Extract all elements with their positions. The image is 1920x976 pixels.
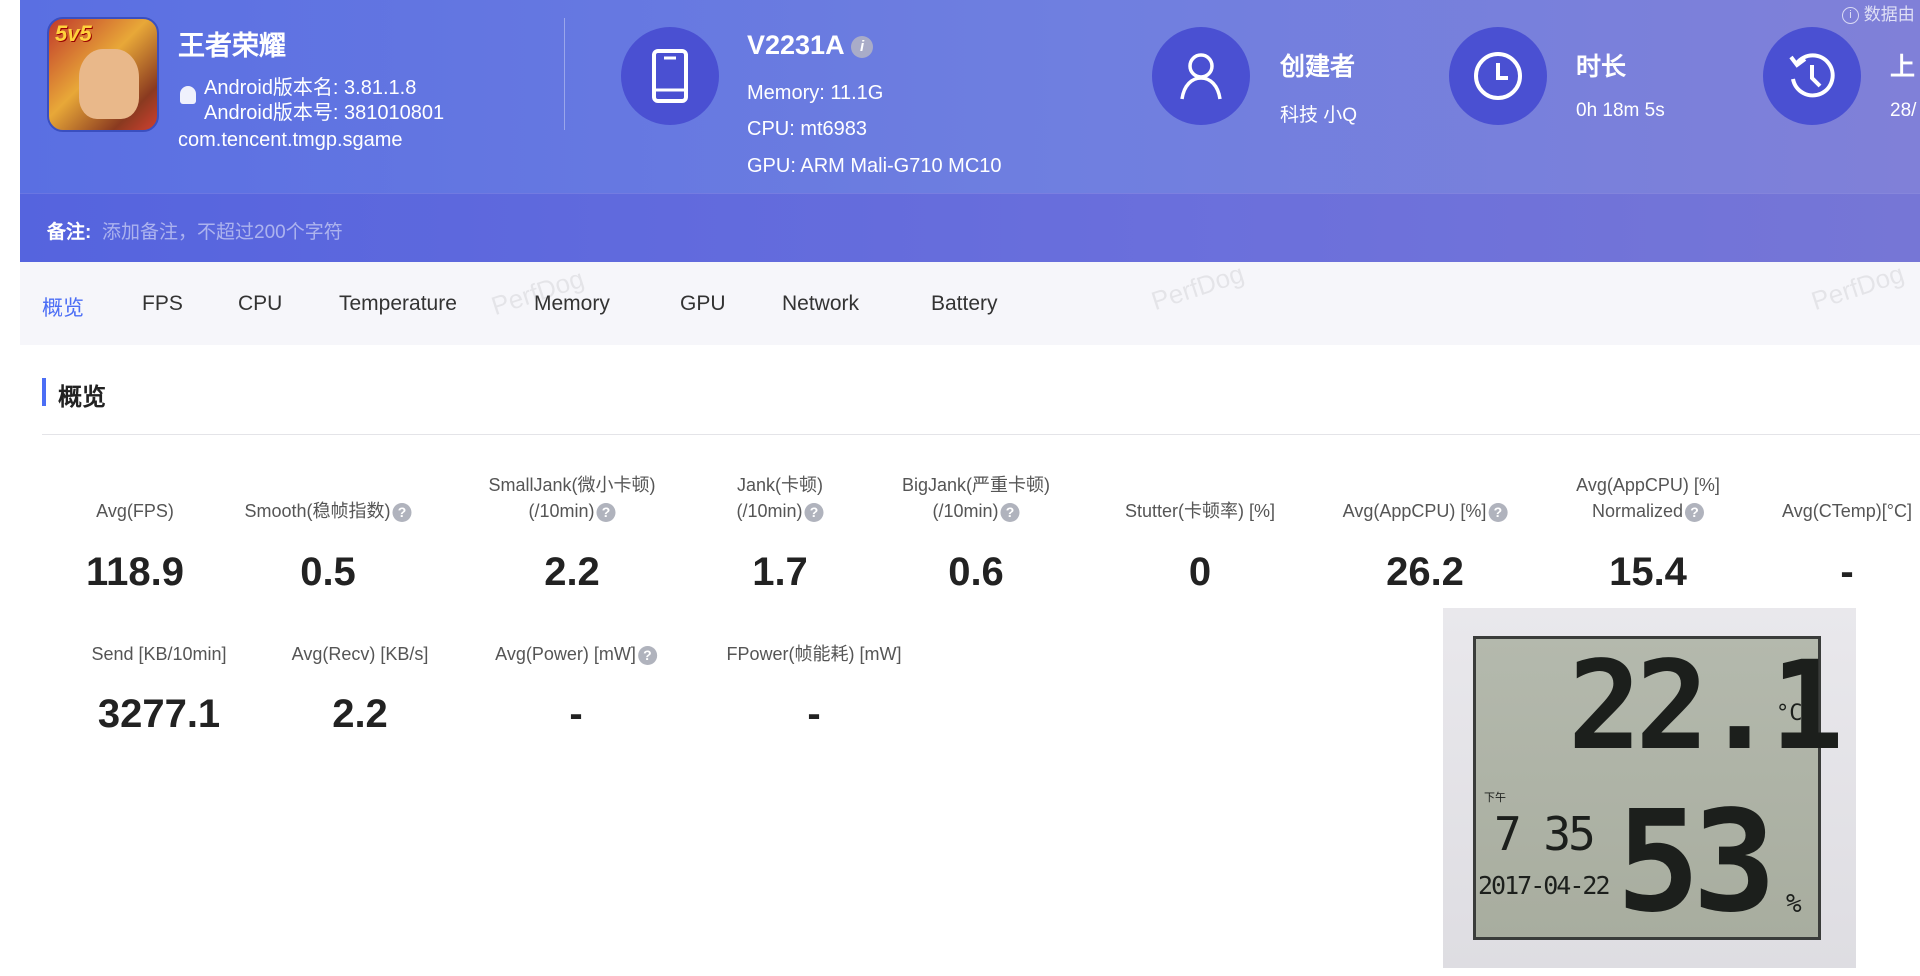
tab-memory[interactable]: Memory xyxy=(534,292,610,316)
duration-label: 时长 xyxy=(1576,53,1627,81)
metric-value: 2.2 xyxy=(332,692,388,736)
info-circle-icon: i xyxy=(1842,7,1859,25)
metric-label: Avg(Power) [mW]? xyxy=(495,641,657,667)
metric-value: 3277.1 xyxy=(97,692,221,736)
help-icon[interactable]: ? xyxy=(1488,502,1508,522)
metric-value: - xyxy=(807,692,821,736)
duration-value: 0h 18m 5s xyxy=(1576,100,1665,121)
metric-label-line1: BigJank(严重卡顿) xyxy=(901,475,1051,495)
metric-label: Normalized? xyxy=(1591,498,1705,524)
section-divider xyxy=(42,434,1920,435)
metric-value: 2.2 xyxy=(544,550,600,594)
section-title: 概览 xyxy=(58,384,106,411)
help-icon[interactable]: ? xyxy=(596,502,616,522)
thermometer-photo: 22.1 °C 下午 7 35 2017-04-22 53 % xyxy=(1443,608,1856,968)
help-icon[interactable]: ? xyxy=(804,502,824,522)
creator-label: 创建者 xyxy=(1280,53,1356,81)
app-icon: 5v5 xyxy=(47,17,159,132)
metric-label-text: FPower(帧能耗) [mW] xyxy=(726,644,902,664)
tab-fps[interactable]: FPS xyxy=(142,292,183,316)
metric-value: 15.4 xyxy=(1609,550,1687,594)
metric-label: Avg(FPS) xyxy=(96,498,174,524)
metric-label-line1: Avg(AppCPU) [%] xyxy=(1576,475,1720,495)
app-package: com.tencent.tmgp.sgame xyxy=(178,129,403,151)
metric-value: 1.7 xyxy=(752,550,808,594)
metric-label-line1: SmallJank(微小卡顿) xyxy=(488,475,656,495)
phone-icon xyxy=(621,27,719,125)
metric-label-text: Stutter(卡顿率) [%] xyxy=(1124,501,1276,521)
metric-value: 0.6 xyxy=(948,550,1004,594)
metric-label-text: Avg(Power) [mW] xyxy=(495,644,636,664)
tab-temperature[interactable]: Temperature xyxy=(339,292,457,316)
metric-label: (/10min)? xyxy=(528,498,616,524)
metric-label-text: Avg(CTemp)[°C] xyxy=(1782,501,1912,521)
upload-label: 上 xyxy=(1890,53,1916,81)
metric-label: (/10min)? xyxy=(932,498,1020,524)
device-cpu: CPU: mt6983 xyxy=(747,118,868,140)
metric-label: Avg(CTemp)[°C] xyxy=(1782,498,1912,524)
metric-label-text: (/10min) xyxy=(528,501,595,521)
metric-value: 118.9 xyxy=(86,550,184,594)
user-icon xyxy=(1152,27,1250,125)
device-model: V2231A i xyxy=(747,30,874,61)
metric-value: - xyxy=(1840,550,1854,594)
notes-label: 备注: xyxy=(47,222,92,243)
metric-label: Avg(AppCPU) [%]? xyxy=(1343,498,1508,524)
metric-label-text: (/10min) xyxy=(932,501,999,521)
history-icon xyxy=(1763,27,1861,125)
help-icon[interactable]: ? xyxy=(1685,502,1705,522)
metric-value: 0.5 xyxy=(300,550,356,594)
metric-label: Avg(Recv) [KB/s] xyxy=(292,641,429,667)
metric-label: Send [KB/10min] xyxy=(91,641,226,667)
app-name: 王者荣耀 xyxy=(178,31,286,61)
metric-value: 0 xyxy=(1188,550,1212,594)
tab-network[interactable]: Network xyxy=(782,292,859,316)
tab-battery[interactable]: Battery xyxy=(931,292,998,316)
metric-label-text: Smooth(稳帧指数) xyxy=(244,501,391,521)
divider xyxy=(564,18,565,130)
metric-label-text: Avg(FPS) xyxy=(96,501,174,521)
metric-label-text: Send [KB/10min] xyxy=(91,644,227,664)
device-memory: Memory: 11.1G xyxy=(747,82,884,104)
section-accent-bar xyxy=(42,378,46,406)
metric-label-text: Avg(Recv) [KB/s] xyxy=(291,644,429,664)
metric-value: - xyxy=(569,692,583,736)
upload-value: 28/ xyxy=(1890,100,1917,121)
creator-value: 科技 小Q xyxy=(1280,105,1358,126)
metric-label-text: Avg(AppCPU) [%] xyxy=(1342,501,1487,521)
notes-input[interactable]: 添加备注，不超过200个字符 xyxy=(102,217,802,244)
clock-icon xyxy=(1449,27,1547,125)
tab-gpu[interactable]: GPU xyxy=(680,292,726,316)
metric-label: Smooth(稳帧指数)? xyxy=(244,498,412,524)
android-icon xyxy=(180,86,196,104)
metric-label: (/10min)? xyxy=(736,498,824,524)
device-gpu: GPU: ARM Mali-G710 MC10 xyxy=(747,155,1002,177)
metric-label: FPower(帧能耗) [mW] xyxy=(727,641,902,667)
metric-label: Stutter(卡顿率) [%] xyxy=(1125,498,1275,524)
help-icon[interactable]: ? xyxy=(637,645,657,665)
tab-cpu[interactable]: CPU xyxy=(238,292,282,316)
metric-label-line1: Jank(卡顿) xyxy=(736,475,824,495)
top-notice[interactable]: i 数据由 xyxy=(1842,0,1915,25)
app-version-code: Android版本号: 381010801 xyxy=(204,102,445,124)
metric-label-text: Normalized xyxy=(1591,501,1684,521)
metric-label-text: (/10min) xyxy=(736,501,803,521)
tab-overview[interactable]: 概览 xyxy=(42,292,84,322)
tab-bar: PerfDog PerfDog PerfDog 概览 FPS CPU Tempe… xyxy=(20,258,1920,345)
lcd-screen: 22.1 °C 下午 7 35 2017-04-22 53 % xyxy=(1473,635,1844,944)
help-icon[interactable]: ? xyxy=(392,502,412,522)
info-icon[interactable]: i xyxy=(851,35,874,58)
help-icon[interactable]: ? xyxy=(1000,502,1020,522)
metric-value: 26.2 xyxy=(1386,550,1464,594)
